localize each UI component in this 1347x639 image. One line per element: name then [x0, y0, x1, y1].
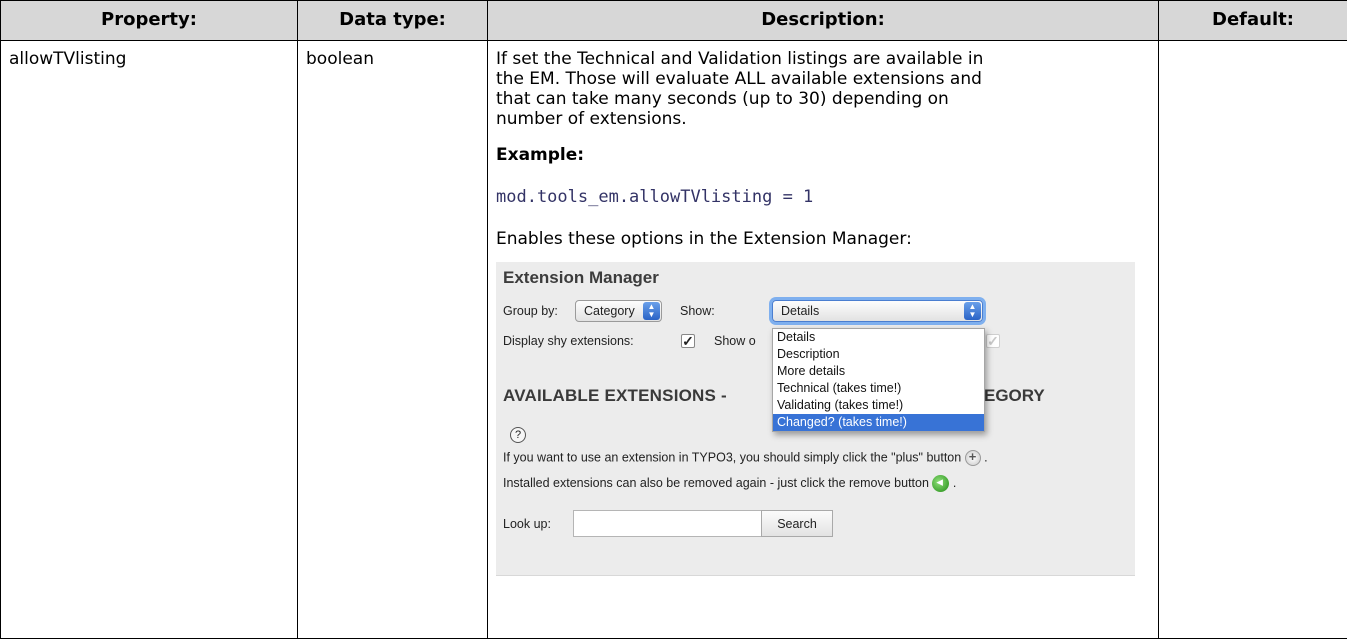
- example-heading: Example:: [496, 145, 585, 166]
- data-type-cell: boolean: [297, 40, 488, 639]
- available-extensions-heading: AVAILABLE EXTENSIONS -: [503, 386, 727, 406]
- show-select[interactable]: Details ▲ ▼: [772, 300, 983, 323]
- description-line-1: If set the Technical and Validation list…: [496, 49, 984, 69]
- group-by-label: Group by:: [503, 304, 558, 319]
- info-period-2: .: [952, 476, 957, 491]
- properties-table: Property: Data type: Description: Defaul…: [0, 0, 1347, 639]
- help-icon[interactable]: ?: [510, 427, 526, 444]
- description-line-4: number of extensions.: [496, 109, 687, 130]
- header-default: Default:: [1158, 0, 1347, 41]
- search-button[interactable]: Search: [761, 510, 833, 538]
- shy-extensions-checkbox[interactable]: ✓: [681, 334, 695, 349]
- option-validating[interactable]: Validating (takes time!): [773, 397, 984, 414]
- info-text-2: Installed extensions can also be removed…: [503, 476, 929, 491]
- info-line-2: Installed extensions can also be removed…: [503, 474, 957, 493]
- header-property: Property:: [0, 0, 298, 41]
- lookup-label: Look up:: [503, 517, 551, 532]
- table-header-row: Property: Data type: Description: Defaul…: [0, 0, 1347, 41]
- description-cell: If set the Technical and Validation list…: [487, 40, 1159, 639]
- show-options-dropdown: Details Description More details Technic…: [772, 328, 985, 433]
- select-arrows-icon: ▲ ▼: [964, 302, 981, 321]
- header-description: Description:: [487, 0, 1159, 41]
- group-by-value: Category: [584, 304, 635, 319]
- option-changed[interactable]: Changed? (takes time!): [773, 414, 984, 432]
- property-cell: allowTVlisting: [0, 40, 298, 639]
- show-obsolete-checkbox[interactable]: ✓: [986, 334, 1000, 349]
- shy-extensions-label: Display shy extensions:: [503, 334, 634, 349]
- plus-button-icon: [964, 449, 981, 467]
- enables-text: Enables these options in the Extension M…: [496, 229, 912, 250]
- remove-button-icon: [932, 474, 950, 493]
- info-period-1: .: [984, 450, 988, 465]
- default-cell: [1158, 40, 1347, 639]
- table-row: allowTVlisting boolean If set the Techni…: [0, 40, 1347, 639]
- available-extensions-heading-end: EGORY: [984, 386, 1045, 406]
- option-technical[interactable]: Technical (takes time!): [773, 380, 984, 397]
- show-label: Show:: [680, 304, 715, 319]
- select-arrows-icon: ▲ ▼: [643, 302, 660, 321]
- lookup-input[interactable]: [573, 510, 762, 538]
- option-more-details[interactable]: More details: [773, 363, 984, 380]
- group-by-select[interactable]: Category ▲ ▼: [575, 300, 662, 323]
- description-line-3: that can take many seconds (up to 30) de…: [496, 89, 949, 110]
- em-title: Extension Manager: [503, 268, 659, 288]
- header-data-type: Data type:: [297, 0, 488, 41]
- info-line-1: If you want to use an extension in TYPO3…: [503, 449, 988, 467]
- extension-manager-screenshot: Extension Manager Group by: Category ▲ ▼ …: [496, 262, 1135, 577]
- example-code: mod.tools_em.allowTVlisting = 1: [496, 187, 814, 208]
- option-description[interactable]: Description: [773, 346, 984, 363]
- description-line-2: the EM. Those will evaluate ALL availabl…: [496, 69, 982, 90]
- show-value: Details: [781, 304, 820, 319]
- info-text-1: If you want to use an extension in TYPO3…: [503, 450, 962, 465]
- option-details[interactable]: Details: [773, 329, 984, 346]
- show-obsolete-label: Show o: [714, 334, 756, 349]
